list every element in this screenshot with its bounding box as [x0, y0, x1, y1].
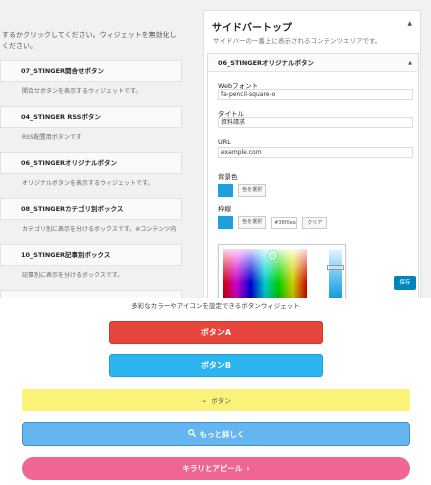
collapse-arrow-icon[interactable]: ▲ [408, 54, 412, 72]
widget-item[interactable]: 08_STINGERカテゴリ別ボックス カテゴリ別に表示を分けるボックスです。※… [0, 198, 182, 244]
border-hex-input[interactable]: #38f0ea [271, 216, 298, 229]
more-details-label: もっと詳しく [199, 429, 245, 439]
widget-item[interactable]: 10_STINGER記事別ボックス 記事別に表示を分けるボックスです。 [0, 244, 182, 290]
widget-settings-header[interactable]: 06_STINGERオリジナルボタン ▲ [208, 54, 418, 72]
widget-title[interactable]: RSS [0, 290, 182, 298]
title-field: タイトル 資料請求 [218, 108, 413, 128]
color-picker-handle[interactable] [268, 251, 277, 260]
button-b-label: ボタンB [200, 361, 232, 370]
widget-item[interactable]: 06_STINGERオリジナルボタン オリジナルボタンを表示するウィジェットです… [0, 152, 182, 198]
widget-item[interactable]: RSS [0, 290, 182, 298]
widget-admin: するかクリックしてください。ウィジェットを無効化しください。 07_STINGE… [0, 0, 431, 298]
available-widgets: 07_STINGER開合せボタン 開合せボタンを表示するウィジェットです。 04… [0, 60, 182, 298]
widget-item[interactable]: 04_STINGER RSSボタン RSS配置用ボタンです [0, 106, 182, 152]
chevron-down-icon: ⌄ [201, 396, 208, 404]
widget-title[interactable]: 06_STINGERオリジナルボタン [0, 152, 182, 174]
widget-desc: 記事別に表示を分けるボックスです。 [22, 272, 124, 279]
sidebar-description: サイドバーの一番上に表示されるコンテンツエリアです。 [213, 37, 382, 45]
appeal-label: キラリとアピール [182, 464, 243, 473]
color-strip-handle[interactable] [327, 265, 344, 270]
color-picker[interactable] [218, 244, 346, 298]
bgcolor-field: 背景色 色を選択 [218, 171, 267, 199]
save-button[interactable]: 保存 [394, 276, 416, 290]
url-input[interactable]: example.com [218, 147, 413, 158]
widget-desc: オリジナルボタンを表示するウィジェットです。 [22, 180, 154, 187]
url-label: URL [218, 138, 231, 146]
title-input[interactable]: 資料請求 [218, 117, 413, 128]
button-b[interactable]: ボタンB [109, 354, 323, 377]
widget-desc: 開合せボタンを表示するウィジェットです。 [22, 88, 142, 95]
button-c[interactable]: ⌄ ボタン [22, 389, 410, 411]
border-label: 枠線 [218, 205, 231, 213]
button-a[interactable]: ボタンA [109, 321, 323, 344]
border-color-swatch[interactable] [218, 216, 233, 229]
widget-title[interactable]: 10_STINGER記事別ボックス [0, 244, 182, 266]
webfont-input[interactable]: fa-pencil-square-o [218, 89, 413, 100]
sidebar-header[interactable]: サイドバートップ ▲ [204, 11, 420, 35]
widget-intro-text: するかクリックしてください。ウィジェットを無効化しください。 [2, 31, 177, 50]
bgcolor-swatch[interactable] [218, 184, 233, 197]
clear-button[interactable]: クリア [302, 216, 328, 229]
widget-settings-title: 06_STINGERオリジナルボタン [218, 59, 315, 67]
appeal-button[interactable]: キラリとアピール › [22, 457, 410, 480]
widget-title[interactable]: 04_STINGER RSSボタン [0, 106, 182, 128]
more-details-button[interactable]: もっと詳しく [22, 422, 410, 446]
preview-caption: 多彩なカラーやアイコンを設定できるボタンウィジェット [131, 302, 300, 310]
widget-title[interactable]: 08_STINGERカテゴリ別ボックス [0, 198, 182, 220]
chevron-right-icon: › [246, 464, 250, 473]
widget-desc: RSS配置用ボタンです [22, 134, 82, 141]
collapse-arrow-icon[interactable]: ▲ [407, 20, 412, 27]
widget-settings-box: 06_STINGERオリジナルボタン ▲ Webフォント fa-pencil-s… [207, 53, 419, 298]
widget-desc: カテゴリ別に表示を分けるボックスです。※コンテンツ内 [22, 226, 177, 233]
widget-title[interactable]: 07_STINGER開合せボタン [0, 60, 182, 82]
button-c-label: ボタン [211, 397, 231, 405]
color-picker-square[interactable] [223, 249, 307, 298]
sidebar-top-area: サイドバートップ ▲ サイドバーの一番上に表示されるコンテンツエリアです。 06… [203, 10, 421, 298]
widget-item[interactable]: 07_STINGER開合せボタン 開合せボタンを表示するウィジェットです。 [0, 60, 182, 106]
border-pick-button[interactable]: 色を選択 [238, 216, 267, 229]
color-picker-strip[interactable] [327, 249, 344, 298]
bgcolor-pick-button[interactable]: 色を選択 [238, 184, 267, 197]
search-icon [187, 429, 196, 439]
sidebar-title: サイドバートップ [212, 23, 292, 34]
url-field: URL example.com [218, 138, 413, 158]
title-label: タイトル [218, 110, 244, 118]
border-color-field: 枠線 色を選択 #38f0ea クリア [218, 203, 328, 231]
webfont-field: Webフォント fa-pencil-square-o [218, 80, 413, 100]
webfont-label: Webフォント [218, 82, 259, 90]
bgcolor-label: 背景色 [218, 173, 238, 181]
button-a-label: ボタンA [200, 328, 232, 337]
